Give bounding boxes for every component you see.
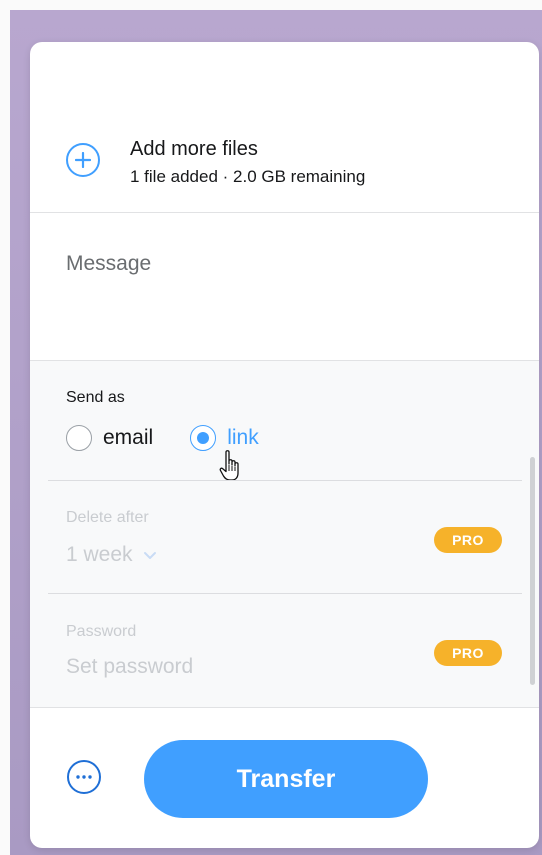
ellipsis-icon [76, 775, 92, 779]
delete-after-value: 1 week [66, 543, 133, 566]
hand-pointer-icon [219, 450, 239, 481]
chevron-down-icon [143, 552, 156, 559]
pro-badge[interactable]: PRO [434, 640, 502, 666]
left-strip [0, 10, 10, 855]
message-field[interactable]: Message [66, 252, 151, 276]
add-files-row[interactable]: Add more files 1 file added · 2.0 GB rem… [66, 137, 365, 189]
add-files-text: Add more files 1 file added · 2.0 GB rem… [130, 137, 365, 189]
transfer-options: Send as email link Delete after 1 week P… [30, 360, 539, 708]
radio-email-label[interactable]: email [103, 426, 153, 450]
transfer-card: Add more files 1 file added · 2.0 GB rem… [30, 42, 539, 848]
password-label: Password [66, 623, 137, 640]
add-files-title[interactable]: Add more files [130, 137, 365, 161]
divider [30, 212, 539, 213]
radio-link[interactable] [190, 425, 217, 451]
radio-link-label[interactable]: link [227, 426, 259, 450]
divider [48, 593, 522, 594]
transfer-button[interactable]: Transfer [144, 740, 428, 818]
delete-after-select[interactable]: 1 week [66, 543, 157, 567]
send-as-label: Send as [66, 389, 125, 406]
pro-badge[interactable]: PRO [434, 527, 502, 553]
radio-link-dot [197, 432, 210, 444]
files-status: 1 file added · 2.0 GB remaining [130, 167, 366, 186]
delete-after-label: Delete after [66, 509, 149, 526]
radio-email[interactable] [66, 425, 92, 451]
more-options-button[interactable] [67, 760, 101, 794]
plus-icon [75, 152, 91, 168]
scrollbar-thumb[interactable] [530, 457, 535, 685]
send-as-options: email link [66, 425, 259, 451]
password-input[interactable]: Set password [66, 655, 193, 679]
divider [48, 480, 522, 481]
add-files-button[interactable] [66, 143, 100, 177]
